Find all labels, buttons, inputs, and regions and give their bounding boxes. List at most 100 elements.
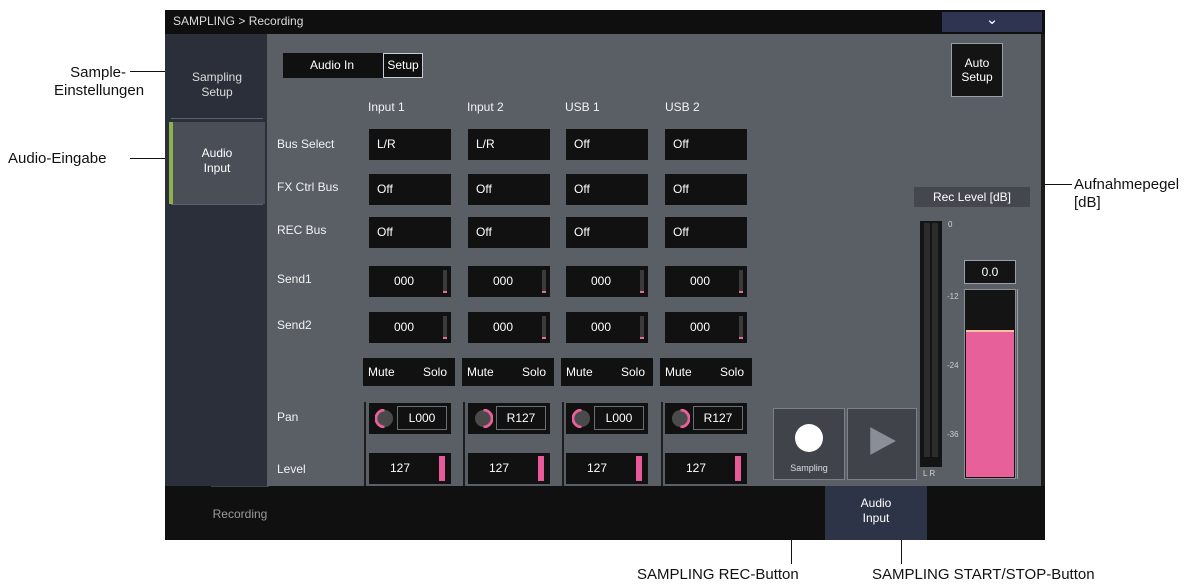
tab-audio-in[interactable]: Audio In: [283, 53, 381, 78]
pan-value: R127: [693, 406, 743, 430]
send1-usb-1[interactable]: 000: [566, 266, 648, 297]
column-header-input-1: Input 1: [368, 100, 405, 114]
sampling-rec-button[interactable]: Sampling: [773, 408, 845, 480]
slider-scale-ticks: [1017, 289, 1022, 479]
audio-in-segment: Audio In Setup: [283, 53, 423, 78]
rec-bus-input-2[interactable]: Off: [468, 217, 550, 248]
rec-level-marker: [966, 330, 1014, 332]
scale-label-0: 0: [948, 220, 953, 229]
mute-button[interactable]: Mute: [566, 365, 593, 379]
rec-bus-input-1[interactable]: Off: [369, 217, 451, 248]
bus-select-usb-1[interactable]: Off: [566, 129, 648, 160]
send1-usb-2[interactable]: 000: [665, 266, 747, 297]
mute-button[interactable]: Mute: [368, 365, 395, 379]
rec-level-header: Rec Level [dB]: [914, 187, 1030, 207]
level-usb-1[interactable]: 127: [566, 453, 648, 484]
send2-meter: [443, 316, 447, 339]
bus-select-usb-2[interactable]: Off: [665, 129, 747, 160]
sidebar-item-audio-input[interactable]: Audio Input: [169, 122, 265, 204]
rec-bus-usb-1[interactable]: Off: [566, 217, 648, 248]
callout-rec-button: SAMPLING REC-Button: [637, 566, 799, 583]
send2-meter: [739, 316, 743, 339]
solo-button[interactable]: Solo: [621, 365, 645, 379]
send2-value: 000: [492, 320, 514, 334]
active-indicator: [169, 122, 173, 204]
bus-select-input-2[interactable]: L/R: [468, 129, 550, 160]
channel-strip-divider: [661, 402, 663, 486]
rec-bus-usb-2[interactable]: Off: [665, 217, 747, 248]
send2-meter: [542, 316, 546, 339]
sidebar-item-sampling-setup[interactable]: Sampling Setup: [169, 70, 265, 100]
pan-knob-icon[interactable]: [474, 409, 493, 428]
callout-start-stop-button: SAMPLING START/STOP-Button: [872, 566, 1095, 583]
audio-input-panel: Audio In Setup Auto Setup Input 1 Input …: [267, 34, 1041, 486]
scale-label-36: -36: [947, 430, 959, 439]
send1-input-2[interactable]: 000: [468, 266, 550, 297]
pan-knob-icon[interactable]: [671, 409, 690, 428]
pan-input-2[interactable]: R127: [468, 403, 550, 434]
sampling-start-stop-button[interactable]: [847, 408, 917, 480]
send2-value: 000: [689, 320, 711, 334]
meter-lr-label: L R: [923, 469, 936, 478]
rec-level-value[interactable]: 0.0: [964, 260, 1016, 284]
scale-label-24: -24: [947, 361, 959, 370]
send1-value: 000: [689, 274, 711, 288]
send2-usb-1[interactable]: 000: [566, 312, 648, 343]
row-label-send1: Send1: [277, 272, 312, 286]
column-header-input-2: Input 2: [467, 100, 504, 114]
level-input-2[interactable]: 127: [468, 453, 550, 484]
mute-button[interactable]: Mute: [467, 365, 494, 379]
solo-button[interactable]: Solo: [423, 365, 447, 379]
callout-sample-settings: Sample- Einstellungen: [54, 64, 145, 99]
chevron-down-icon: ⌄: [985, 11, 999, 28]
pan-usb-2[interactable]: R127: [665, 403, 747, 434]
pan-knob-icon[interactable]: [572, 409, 591, 428]
level-input-1[interactable]: 127: [369, 453, 451, 484]
send2-value: 000: [393, 320, 415, 334]
mute-solo-usb-1: Mute Solo: [561, 358, 653, 386]
send2-input-1[interactable]: 000: [369, 312, 451, 343]
send1-meter: [542, 270, 546, 293]
send1-meter: [739, 270, 743, 293]
solo-button[interactable]: Solo: [522, 365, 546, 379]
sampling-label: Sampling: [790, 463, 828, 473]
pan-input-1[interactable]: L000: [369, 403, 451, 434]
row-label-send2: Send2: [277, 318, 312, 332]
collapse-button[interactable]: ⌄: [942, 12, 1042, 32]
level-meter: [439, 456, 445, 481]
meter-channel-l: [924, 223, 930, 457]
bottom-tab-bar: Recording Audio Input: [165, 486, 1045, 540]
pan-usb-1[interactable]: L000: [566, 403, 648, 434]
send2-input-2[interactable]: 000: [468, 312, 550, 343]
input-level-meter: [920, 221, 942, 467]
channel-strip-divider: [463, 402, 465, 486]
mute-solo-usb-2: Mute Solo: [660, 358, 752, 386]
pan-value: R127: [496, 406, 546, 430]
send1-input-1[interactable]: 000: [369, 266, 451, 297]
fx-ctrl-bus-input-2[interactable]: Off: [468, 174, 550, 205]
tab-recording[interactable]: Recording: [211, 486, 269, 540]
row-label-level: Level: [277, 462, 306, 476]
auto-setup-button[interactable]: Auto Setup: [951, 43, 1003, 97]
send1-meter: [443, 270, 447, 293]
rec-level-slider[interactable]: [964, 289, 1016, 479]
fx-ctrl-bus-input-1[interactable]: Off: [369, 174, 451, 205]
send2-meter: [640, 316, 644, 339]
title-bar: SAMPLING > Recording ⌄: [165, 10, 1045, 34]
tab-audio-input[interactable]: Audio Input: [825, 486, 927, 540]
bus-select-input-1[interactable]: L/R: [369, 129, 451, 160]
solo-button[interactable]: Solo: [720, 365, 744, 379]
mute-solo-input-1: Mute Solo: [363, 358, 455, 386]
level-value: 127: [685, 461, 707, 475]
send2-usb-2[interactable]: 000: [665, 312, 747, 343]
fx-ctrl-bus-usb-1[interactable]: Off: [566, 174, 648, 205]
tab-setup[interactable]: Setup: [383, 53, 423, 78]
pan-value: L000: [594, 406, 644, 430]
level-value: 127: [389, 461, 411, 475]
level-usb-2[interactable]: 127: [665, 453, 747, 484]
pan-knob-icon[interactable]: [375, 409, 394, 428]
mute-button[interactable]: Mute: [665, 365, 692, 379]
level-value: 127: [586, 461, 608, 475]
fx-ctrl-bus-usb-2[interactable]: Off: [665, 174, 747, 205]
pan-value: L000: [397, 406, 447, 430]
